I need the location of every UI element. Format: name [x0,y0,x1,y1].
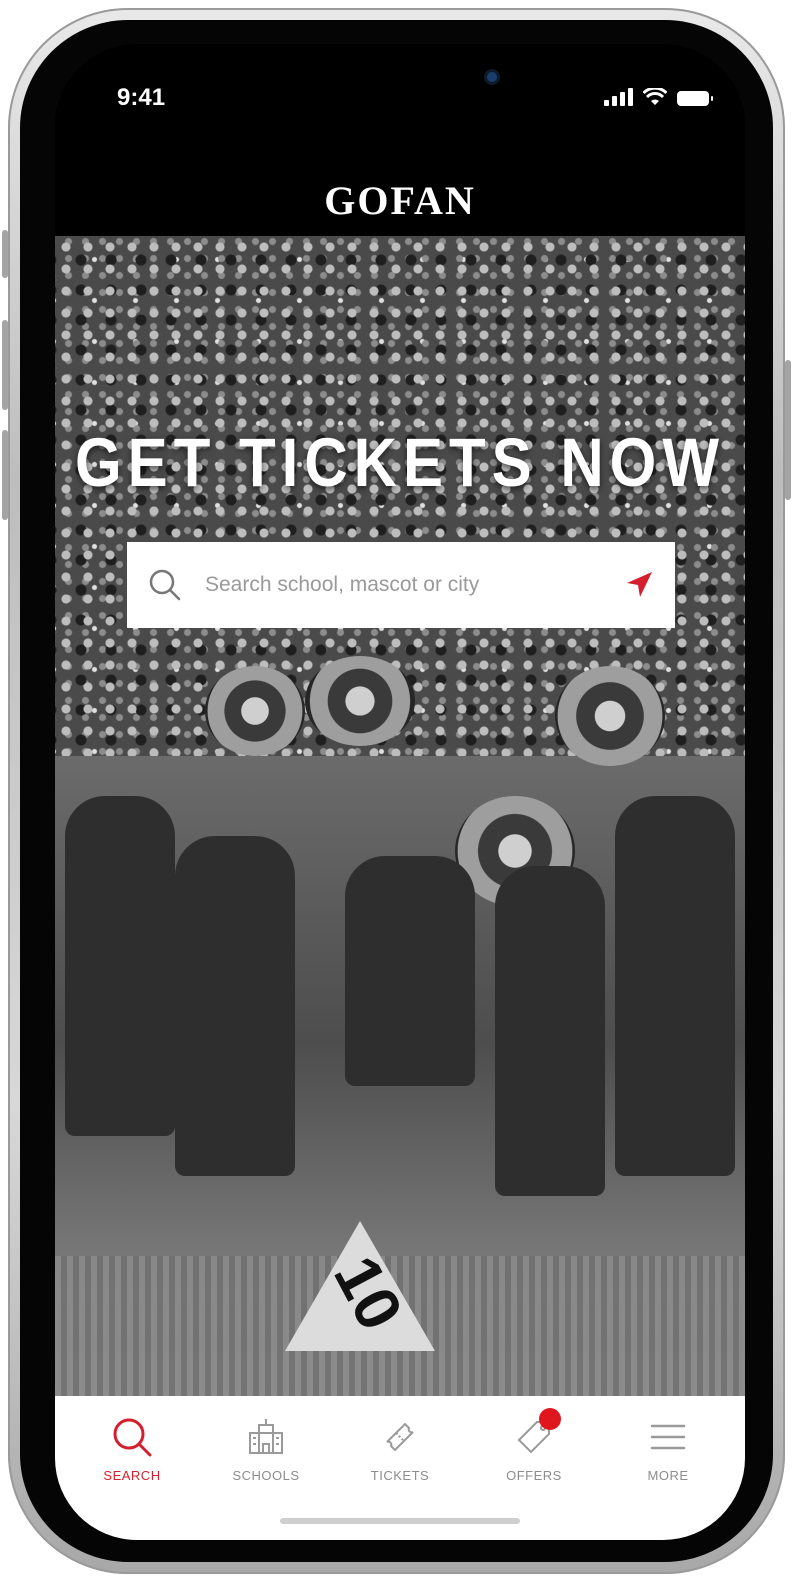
home-indicator[interactable] [280,1518,520,1524]
tab-tickets[interactable]: TICKETS [340,1414,460,1483]
gofan-logo: GOFAN [324,177,476,223]
cheerleader [65,796,175,1136]
tab-label: SCHOOLS [232,1468,300,1483]
ticket-icon [377,1414,423,1460]
pompom [555,666,665,766]
search-icon [109,1414,155,1460]
hero-title: GET TICKETS NOW [75,423,725,502]
tab-offers[interactable]: OFFERS [474,1408,594,1483]
bottom-tab-bar: SEARCH SCHOOLS TICKETS OFFERS MORE [55,1396,745,1540]
cheerleader [345,856,475,1086]
signal-icon [604,86,633,106]
offer-tag-icon [511,1408,561,1460]
pompom [205,666,305,756]
tab-label: OFFERS [506,1468,562,1483]
mute-switch [2,230,8,278]
status-icons [604,86,713,106]
screenshot-canvas: 9:41 GOFAN 10 GET TICKETS NOW Search sch… [0,0,793,1582]
status-time: 9:41 [117,84,166,111]
tab-schools[interactable]: SCHOOLS [206,1414,326,1483]
cheerleader [495,866,605,1196]
volume-up-button [2,320,8,410]
power-button [785,360,791,500]
phone-screen: 9:41 GOFAN 10 GET TICKETS NOW Search sch… [55,44,745,1540]
hero-image: 10 GET TICKETS NOW [55,236,745,1396]
search-input[interactable] [203,572,621,598]
school-building-icon [243,1414,289,1460]
volume-down-button [2,430,8,520]
cheerleader [175,836,295,1176]
pompom [305,656,415,746]
tab-search[interactable]: SEARCH [72,1414,192,1483]
status-bar: 9:41 [55,44,745,164]
battery-icon [677,91,713,106]
tab-label: SEARCH [103,1468,161,1483]
offers-badge [539,1408,561,1430]
hamburger-menu-icon [645,1414,691,1460]
wifi-icon [643,88,667,105]
tab-label: TICKETS [370,1468,430,1483]
notch [213,44,587,104]
app-header: GOFAN [55,164,745,236]
search-icon [145,565,185,605]
tab-more[interactable]: MORE [608,1414,728,1483]
tab-label: MORE [647,1468,689,1483]
cheerleader [615,796,735,1176]
location-arrow-icon[interactable] [621,567,657,603]
front-camera [487,72,497,82]
search-bar[interactable] [127,542,675,628]
